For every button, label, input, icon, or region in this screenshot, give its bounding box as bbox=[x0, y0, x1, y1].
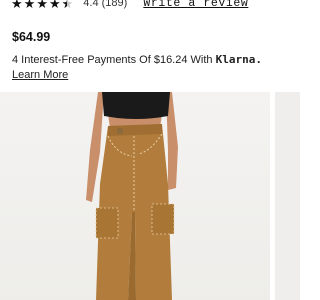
rating-score: 4.4 bbox=[83, 0, 99, 9]
left-cargo-pocket bbox=[95, 207, 119, 239]
star-icon: ★ bbox=[11, 0, 23, 11]
crop-top bbox=[102, 92, 170, 119]
installment-info: 4 Interest-Free Payments Of $16.24 With … bbox=[12, 53, 262, 66]
review-count: (189) bbox=[101, 0, 128, 9]
button-icon bbox=[117, 128, 123, 134]
installment-text: 4 Interest-Free Payments Of $16.24 With bbox=[12, 54, 213, 66]
product-image-gallery[interactable] bbox=[0, 92, 300, 300]
star-icon: ★ bbox=[23, 0, 36, 11]
star-icon: ★ bbox=[48, 0, 61, 11]
rating-summary: 4.4 (189) bbox=[83, 0, 127, 9]
waistband bbox=[108, 124, 162, 136]
rating-row: ★ ★ ★ ★ ★ 4.4 (189) Write a review bbox=[11, 0, 248, 11]
product-price: $64.99 bbox=[12, 30, 51, 44]
right-cargo-pocket bbox=[151, 203, 175, 235]
star-icon: ★ bbox=[36, 0, 48, 11]
star-rating: ★ ★ ★ ★ ★ bbox=[11, 0, 74, 10]
next-product-image[interactable] bbox=[275, 92, 300, 300]
product-image[interactable] bbox=[0, 92, 270, 300]
model-photo bbox=[86, 92, 178, 300]
klarna-logo: Klarna. bbox=[215, 53, 262, 66]
half-star-icon: ★ bbox=[62, 0, 74, 10]
write-review-link[interactable]: Write a review bbox=[143, 0, 248, 10]
learn-more-link[interactable]: Learn More bbox=[12, 69, 68, 81]
